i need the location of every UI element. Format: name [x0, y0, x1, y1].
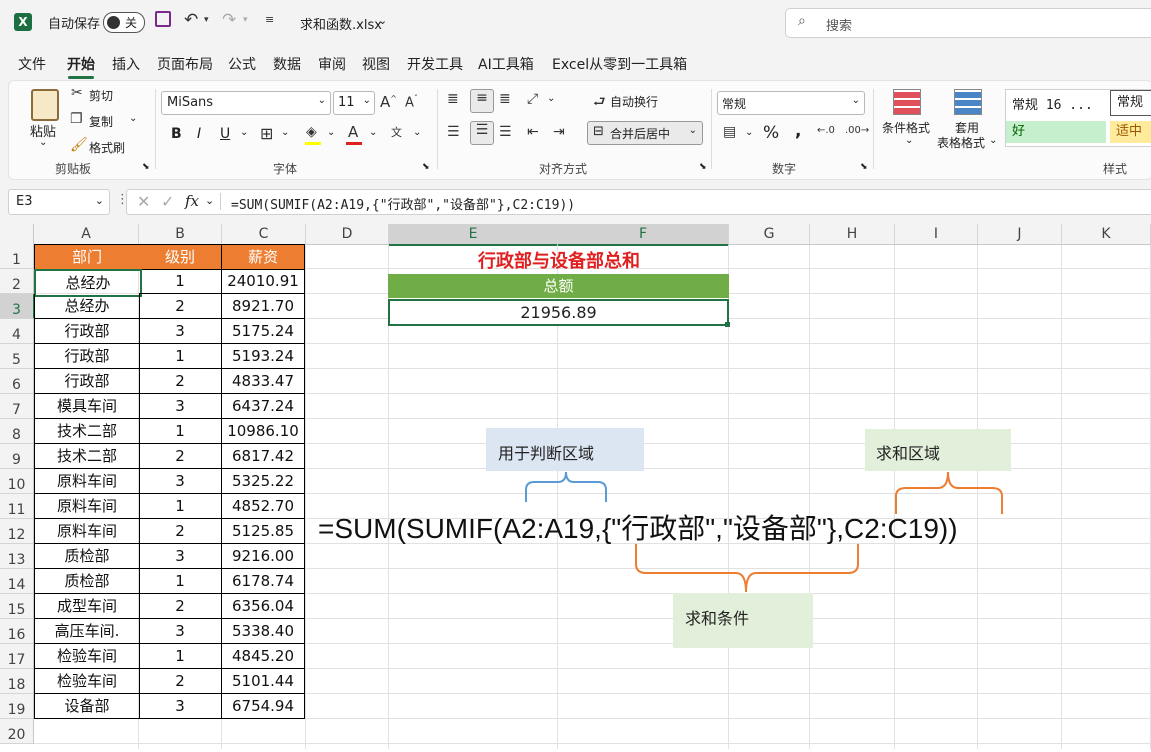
sum-range-brace	[895, 471, 1003, 514]
judge-range-brace	[525, 471, 607, 502]
annotation-braces	[525, 471, 1003, 593]
sum-condition-brace	[635, 544, 859, 593]
